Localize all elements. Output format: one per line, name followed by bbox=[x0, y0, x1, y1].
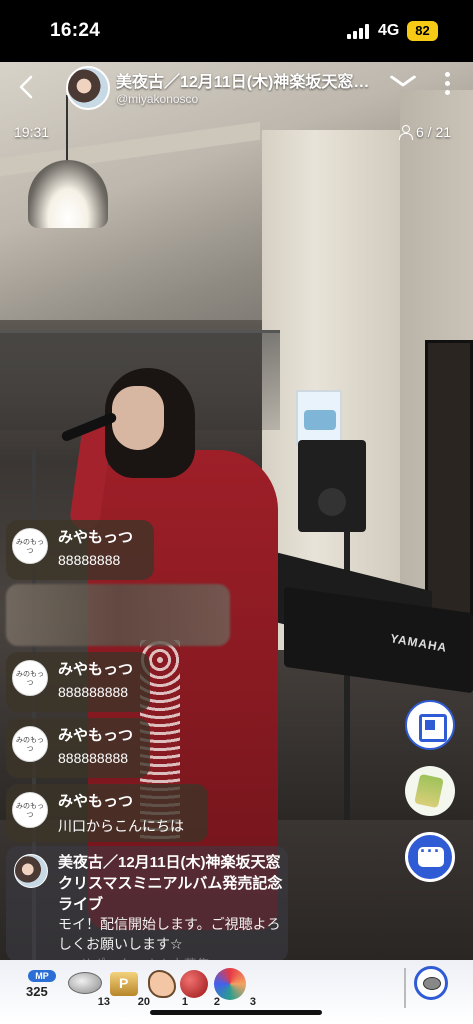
ball-icon bbox=[180, 970, 208, 998]
battery-icon: 82 bbox=[407, 21, 438, 41]
stream-title[interactable]: 美夜古／12月11日(木)神楽坂天窓… bbox=[116, 68, 386, 92]
elapsed-time: 19:31 bbox=[14, 124, 50, 140]
divider bbox=[404, 968, 406, 1008]
signal-icon bbox=[347, 24, 371, 39]
home-indicator[interactable] bbox=[150, 1010, 322, 1015]
comment-text: 888888888 bbox=[58, 750, 129, 766]
gift-gold-p[interactable]: 20 bbox=[106, 964, 150, 1008]
gift-fireworks[interactable]: 3 bbox=[212, 964, 256, 1008]
gift-coin[interactable]: 13 bbox=[66, 964, 110, 1008]
mp-badge: MP bbox=[28, 970, 56, 982]
singer-face bbox=[112, 386, 164, 450]
gift-ball[interactable]: 2 bbox=[176, 964, 220, 1008]
commenter-avatar: みのもっつ bbox=[12, 660, 48, 696]
broadcaster-announcement[interactable]: 美夜古／12月11日(木)神楽坂天窓クリスマスミニアルバム発売記念ライブ モイ！… bbox=[6, 846, 288, 962]
mp-points[interactable]: MP 325 bbox=[24, 964, 64, 1004]
announcement-title: 美夜古／12月11日(木)神楽坂天窓クリスマスミニアルバム発売記念ライブ bbox=[58, 854, 283, 913]
chevron-down-icon bbox=[390, 75, 416, 87]
comment-item[interactable]: みのもっつ みやもっつ 88888888 bbox=[6, 520, 154, 580]
comment-item[interactable]: みのもっつ みやもっつ 888888888 bbox=[6, 718, 150, 778]
person-icon bbox=[398, 125, 413, 140]
comment-button[interactable] bbox=[405, 832, 455, 882]
stream-header: 美夜古／12月11日(木)神楽坂天窓… @miyakonosco bbox=[0, 62, 473, 114]
comment-text: 川口からこんにちは bbox=[58, 818, 184, 834]
mp-value: 325 bbox=[26, 984, 48, 999]
broadcaster-avatar[interactable] bbox=[66, 66, 110, 110]
gift-count: 3 bbox=[249, 996, 256, 1008]
chevron-left-icon bbox=[19, 75, 33, 99]
comment-text: 88888888 bbox=[58, 552, 121, 568]
expand-button[interactable] bbox=[388, 72, 419, 93]
viewer-count: 6 / 21 bbox=[398, 124, 451, 140]
comment-text: 888888888 bbox=[58, 684, 129, 700]
commenter-name: みやもっつ bbox=[58, 793, 134, 810]
commenter-name: みやもっつ bbox=[58, 727, 134, 744]
status-bar: 16:24 4G 82 bbox=[0, 0, 473, 62]
more-vertical-icon bbox=[444, 72, 450, 77]
blurred-comment bbox=[6, 584, 230, 646]
announcement-body: モイ！配信開始します。ご視聴よろしくお願いします☆ bbox=[58, 916, 281, 952]
fireworks-icon bbox=[214, 968, 246, 1000]
coin-icon bbox=[68, 972, 102, 994]
commenter-name: みやもっつ bbox=[58, 661, 134, 678]
commenter-name: みやもっつ bbox=[58, 529, 134, 546]
commenter-avatar: みのもっつ bbox=[12, 792, 48, 828]
network-type: 4G bbox=[378, 22, 400, 39]
gift-button[interactable] bbox=[405, 766, 455, 816]
status-time: 16:24 bbox=[50, 20, 101, 41]
wall-poster bbox=[296, 390, 342, 446]
announcement-avatar bbox=[14, 854, 48, 888]
comment-item[interactable]: みのもっつ みやもっつ 川口からこんにちは bbox=[6, 784, 208, 842]
commenter-avatar: みのもっつ bbox=[12, 528, 48, 564]
clap-icon bbox=[148, 970, 176, 998]
commenter-avatar: みのもっつ bbox=[12, 726, 48, 762]
stamp-button[interactable] bbox=[414, 966, 448, 1000]
more-button[interactable] bbox=[440, 68, 454, 102]
viewer-count-text: 6 / 21 bbox=[416, 124, 452, 140]
gold-p-icon bbox=[110, 972, 138, 996]
screen-capture-button[interactable] bbox=[405, 700, 455, 750]
speaker bbox=[298, 440, 366, 532]
broadcaster-handle[interactable]: @miyakonosco bbox=[116, 92, 198, 106]
back-button[interactable] bbox=[12, 72, 42, 102]
comment-item[interactable]: みのもっつ みやもっつ 888888888 bbox=[6, 652, 150, 712]
